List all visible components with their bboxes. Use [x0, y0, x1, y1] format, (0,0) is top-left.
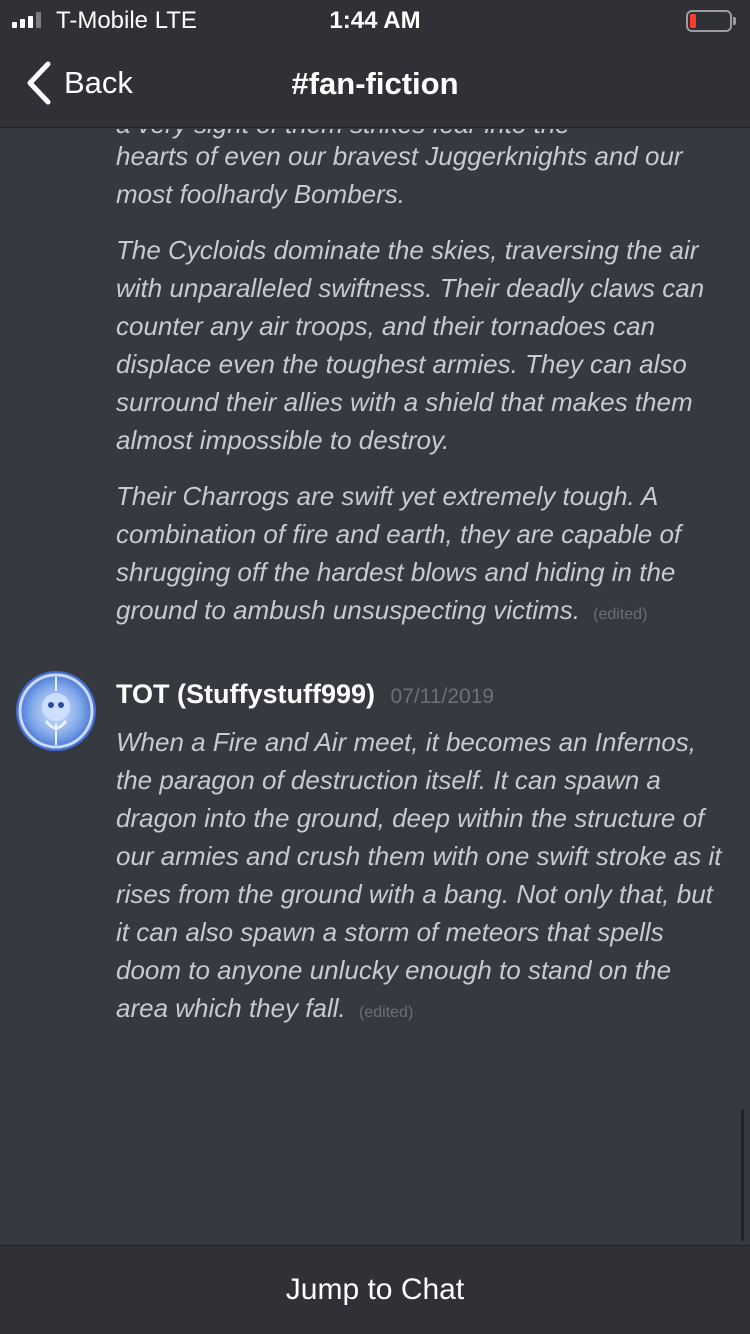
jump-to-chat-label: Jump to Chat — [285, 1273, 465, 1306]
battery-fill — [690, 14, 696, 28]
battery-icon — [686, 10, 736, 32]
message-paragraph: The Cycloids dominate the skies, travers… — [116, 235, 705, 455]
status-bar: T-Mobile LTE 1:44 AM — [0, 0, 750, 40]
status-time: 1:44 AM — [329, 7, 421, 34]
message-timestamp: 07/11/2019 — [390, 685, 495, 708]
message-author[interactable]: TOT (Stuffystuff999) — [116, 679, 375, 709]
message-text: Their Charrogs are swift yet extremely t… — [116, 477, 722, 634]
message-paragraph: Their Charrogs are swift yet extremely t… — [116, 481, 682, 625]
jump-to-chat-button[interactable]: Jump to Chat — [0, 1245, 750, 1334]
message-text: When a Fire and Air meet, it becomes an … — [116, 723, 722, 1032]
top-bar: T-Mobile LTE 1:44 AM Back #fan-fiction — [0, 0, 750, 128]
scrollbar[interactable] — [741, 1109, 744, 1241]
navigation-bar: Back #fan-fiction — [0, 40, 750, 128]
avatar[interactable] — [16, 671, 96, 751]
edited-label: (edited) — [593, 606, 648, 623]
message-text: The Cycloids dominate the skies, travers… — [116, 231, 722, 459]
edited-label: (edited) — [359, 1004, 414, 1021]
message-text: hearts of even our bravest Juggerknights… — [116, 137, 722, 213]
avatar-image — [18, 673, 94, 749]
message-author-line: TOT (Stuffystuff999) 07/11/2019 — [116, 679, 494, 710]
message-paragraph: When a Fire and Air meet, it becomes an … — [116, 727, 722, 1023]
message-paragraph: hearts of even our bravest Juggerknights… — [116, 141, 683, 209]
channel-title: #fan-fiction — [291, 66, 459, 101]
message-list[interactable]: a very sight of them strikes fear into t… — [0, 129, 750, 1245]
